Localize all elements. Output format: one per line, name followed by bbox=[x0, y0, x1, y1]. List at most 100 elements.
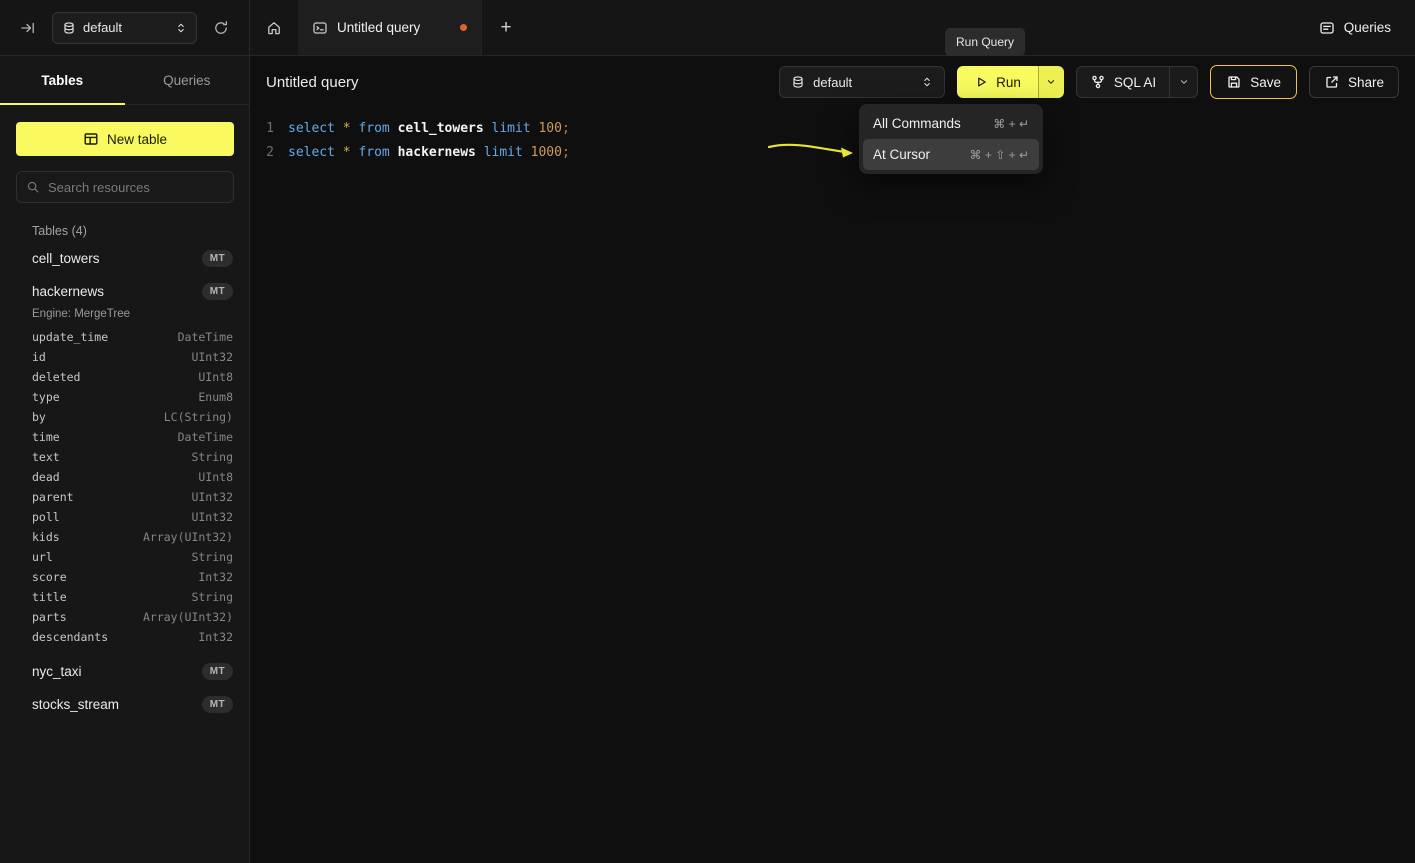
menu-item-label: All Commands bbox=[873, 116, 961, 131]
column-name: score bbox=[32, 570, 67, 584]
database-icon bbox=[791, 75, 805, 89]
table-row-cell-towers[interactable]: cell_towers MT bbox=[0, 242, 249, 275]
column-row[interactable]: url String bbox=[0, 547, 249, 567]
chevron-down-icon bbox=[1178, 76, 1190, 88]
column-row[interactable]: deleted UInt8 bbox=[0, 367, 249, 387]
menu-item-label: At Cursor bbox=[873, 147, 930, 162]
sidebar-tabs: Tables Queries bbox=[0, 56, 249, 105]
column-row[interactable]: kids Array(UInt32) bbox=[0, 527, 249, 547]
column-name: dead bbox=[32, 470, 60, 484]
column-name: poll bbox=[32, 510, 60, 524]
table-row-stocks-stream[interactable]: stocks_stream MT bbox=[0, 688, 249, 721]
column-row[interactable]: poll UInt32 bbox=[0, 507, 249, 527]
new-table-button[interactable]: New table bbox=[16, 122, 234, 156]
main-panel: Untitled query default Run bbox=[250, 56, 1415, 863]
column-type: Array(UInt32) bbox=[143, 530, 233, 544]
save-icon bbox=[1226, 74, 1242, 90]
sql-ai-button[interactable]: SQL AI bbox=[1077, 67, 1169, 97]
sql-ai-options-button[interactable] bbox=[1169, 67, 1197, 97]
menu-item-all-commands[interactable]: All Commands ⌘ + ↵ bbox=[863, 108, 1039, 139]
save-button-label: Save bbox=[1250, 75, 1281, 90]
column-name: deleted bbox=[32, 370, 80, 384]
column-name: text bbox=[32, 450, 60, 464]
column-row[interactable]: score Int32 bbox=[0, 567, 249, 587]
column-type: UInt32 bbox=[191, 510, 233, 524]
column-name: parent bbox=[32, 490, 74, 504]
column-name: descendants bbox=[32, 630, 108, 644]
table-name: hackernews bbox=[32, 284, 104, 299]
sql-ai-label: SQL AI bbox=[1114, 75, 1156, 90]
unsaved-changes-dot bbox=[460, 24, 467, 31]
column-type: DateTime bbox=[178, 430, 233, 444]
search-wrap bbox=[16, 171, 233, 203]
search-input[interactable] bbox=[16, 171, 234, 203]
chevron-down-icon bbox=[1045, 76, 1057, 88]
column-name: url bbox=[32, 550, 53, 564]
play-icon bbox=[974, 75, 988, 89]
column-name: parts bbox=[32, 610, 67, 624]
column-row[interactable]: text String bbox=[0, 447, 249, 467]
column-row[interactable]: parent UInt32 bbox=[0, 487, 249, 507]
query-header: Untitled query default Run bbox=[250, 56, 1415, 108]
tab-label: Untitled query bbox=[337, 20, 451, 35]
sql-editor[interactable]: 1 select * from cell_towers limit 100; 2… bbox=[250, 108, 1415, 165]
home-icon bbox=[266, 20, 282, 36]
save-button[interactable]: Save bbox=[1210, 65, 1297, 99]
tab-strip: Untitled query + bbox=[250, 0, 530, 55]
line-number: 2 bbox=[250, 141, 288, 165]
database-selector[interactable]: default bbox=[779, 66, 945, 98]
column-row[interactable]: dead UInt8 bbox=[0, 467, 249, 487]
refresh-button[interactable] bbox=[207, 14, 235, 42]
code-text: select * from cell_towers limit 100; bbox=[288, 117, 570, 141]
engine-badge: MT bbox=[202, 250, 233, 267]
menu-item-shortcut: ⌘ + ↵ bbox=[993, 117, 1029, 131]
run-button[interactable]: Run bbox=[957, 66, 1038, 98]
column-row[interactable]: by LC(String) bbox=[0, 407, 249, 427]
column-type: Array(UInt32) bbox=[143, 610, 233, 624]
code-line-1[interactable]: 1 select * from cell_towers limit 100; bbox=[250, 117, 1415, 141]
sql-ai-icon bbox=[1090, 74, 1106, 90]
column-type: UInt8 bbox=[198, 470, 233, 484]
chevrons-updown-icon bbox=[175, 22, 187, 34]
column-row[interactable]: type Enum8 bbox=[0, 387, 249, 407]
column-type: String bbox=[191, 450, 233, 464]
topbar: default Untitled query + bbox=[0, 0, 1415, 56]
column-name: update_time bbox=[32, 330, 108, 344]
engine-badge: MT bbox=[202, 283, 233, 300]
sidebar-tab-tables[interactable]: Tables bbox=[0, 56, 125, 104]
run-button-group: Run bbox=[957, 66, 1064, 98]
menu-item-shortcut: ⌘ + ⇧ + ↵ bbox=[970, 148, 1029, 162]
table-row-nyc-taxi[interactable]: nyc_taxi MT bbox=[0, 655, 249, 688]
sidebar-tab-queries[interactable]: Queries bbox=[125, 56, 250, 104]
share-button[interactable]: Share bbox=[1309, 66, 1399, 98]
database-icon bbox=[62, 21, 76, 35]
tab-untitled-query[interactable]: Untitled query bbox=[298, 0, 482, 55]
database-value: default bbox=[813, 75, 913, 90]
column-row[interactable]: time DateTime bbox=[0, 427, 249, 447]
run-options-button[interactable] bbox=[1038, 66, 1064, 98]
column-row[interactable]: title String bbox=[0, 587, 249, 607]
sidebar-tab-tables-label: Tables bbox=[41, 73, 83, 88]
column-row[interactable]: update_time DateTime bbox=[0, 327, 249, 347]
header-controls: default Run bbox=[779, 65, 1399, 99]
spacer bbox=[0, 647, 249, 655]
column-row[interactable]: id UInt32 bbox=[0, 347, 249, 367]
menu-item-at-cursor[interactable]: At Cursor ⌘ + ⇧ + ↵ bbox=[863, 139, 1039, 170]
column-type: Enum8 bbox=[198, 390, 233, 404]
queries-button[interactable]: Queries bbox=[1319, 20, 1391, 36]
new-tab-button[interactable]: + bbox=[482, 0, 530, 55]
column-row[interactable]: descendants Int32 bbox=[0, 627, 249, 647]
collapse-sidebar-button[interactable] bbox=[14, 14, 42, 42]
column-type: Int32 bbox=[198, 630, 233, 644]
home-tab-button[interactable] bbox=[250, 0, 298, 55]
topbar-database-selector[interactable]: default bbox=[52, 12, 197, 44]
run-button-label: Run bbox=[996, 75, 1021, 90]
table-name: cell_towers bbox=[32, 251, 100, 266]
code-line-2[interactable]: 2 select * from hackernews limit 1000; bbox=[250, 141, 1415, 165]
hackernews-columns: update_time DateTime id UInt32 deleted U… bbox=[0, 327, 249, 647]
table-row-hackernews[interactable]: hackernews MT bbox=[0, 275, 249, 308]
queries-button-label: Queries bbox=[1344, 20, 1391, 35]
column-row[interactable]: parts Array(UInt32) bbox=[0, 607, 249, 627]
column-name: id bbox=[32, 350, 46, 364]
column-name: title bbox=[32, 590, 67, 604]
